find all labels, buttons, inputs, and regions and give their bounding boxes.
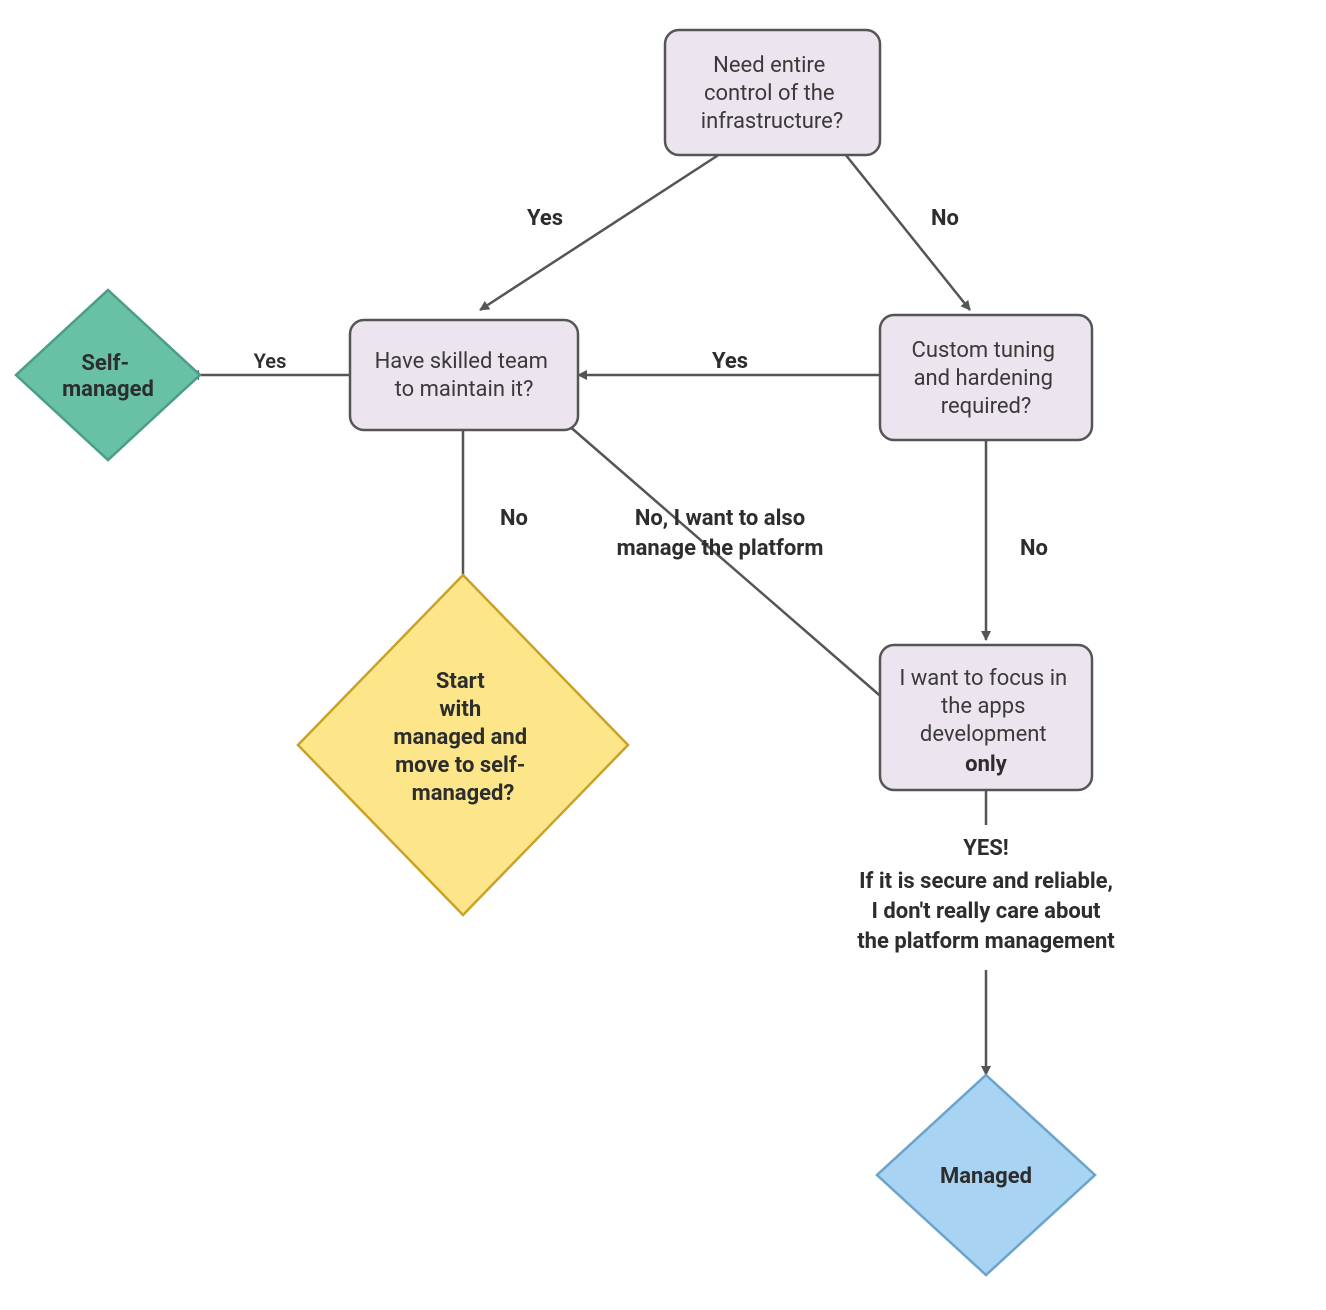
node-out-self-managed: Self- managed Self-managed (0, 0, 200, 460)
node-q-control: Need entire control of the infrastructur… (0, 0, 880, 155)
svg-text:the platform management: the platform management (857, 929, 1115, 954)
node-out-managed: Managed (877, 1075, 1095, 1275)
svg-text:If it is secure and reliable,: If it is secure and reliable, (859, 869, 1113, 894)
svg-text:Need entire control of t: Need entire control of the infrastructur… (701, 53, 843, 134)
edge-control-no (845, 154, 970, 310)
label-control-no: No (931, 206, 959, 231)
flowchart: Yes No Yes Yes No No No, I want to also … (0, 0, 1326, 1310)
edges: Yes No Yes Yes No No No, I want to also … (190, 154, 1115, 1075)
svg-text:Managed: Managed (940, 1164, 1032, 1189)
label-tuning-no: No (1020, 536, 1048, 561)
label-focus-yes: YES! If it is secure and reliable, I don… (857, 836, 1115, 954)
svg-text:YES!: YES! (963, 836, 1009, 861)
label-skilled-no: No (500, 506, 528, 531)
label-focus-no-l1: No, I want to also (635, 506, 805, 531)
label-tuning-yes: Yes (712, 349, 748, 374)
node-out-start-managed: Start with managed and move to self- man… (0, 0, 628, 915)
label-skilled-yes: Yes (254, 349, 287, 373)
label-control-yes: Yes (527, 206, 563, 231)
edge-control-yes (480, 154, 720, 310)
label-focus-no-l2: manage the platform (617, 536, 824, 561)
svg-text:I don't really care about: I don't really care about (871, 899, 1101, 924)
